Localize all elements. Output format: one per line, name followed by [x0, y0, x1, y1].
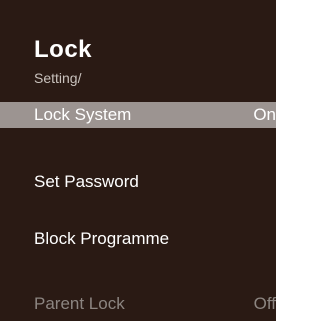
breadcrumb: Setting/ [34, 70, 82, 86]
menu-item-value: Off [253, 294, 276, 313]
menu-item-block-programme[interactable]: Block Programme [0, 226, 276, 252]
menu-item-label: Block Programme [34, 229, 170, 248]
lock-menu-screen: Lock Setting/ Lock System On Set Passwor… [0, 0, 276, 321]
menu-item-set-password[interactable]: Set Password [0, 169, 276, 195]
menu-item-label: Lock System [34, 105, 132, 124]
menu-item-lock-system[interactable]: Lock System On [0, 102, 276, 128]
menu-item-value: On [253, 105, 276, 124]
menu-item-label: Parent Lock [34, 294, 125, 313]
page-title: Lock [34, 36, 93, 63]
menu-item-parent-lock[interactable]: Parent Lock Off [0, 291, 276, 317]
menu-item-label: Set Password [34, 172, 139, 191]
